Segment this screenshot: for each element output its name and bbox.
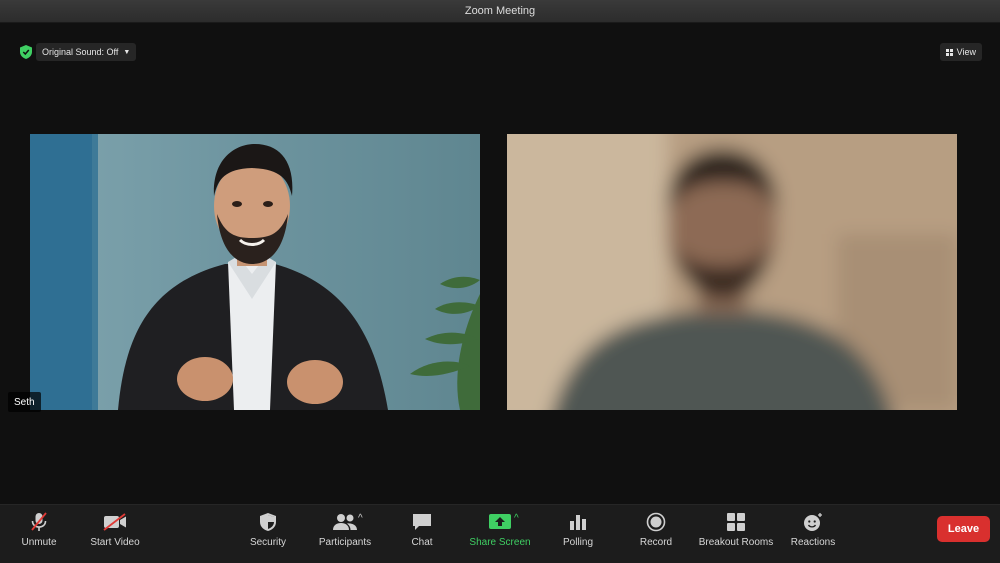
start-video-button[interactable]: Start Video	[88, 511, 142, 557]
reactions-button[interactable]: Reactions	[790, 511, 836, 557]
polling-label: Polling	[562, 537, 594, 548]
encryption-shield-icon	[20, 45, 32, 59]
unmute-label: Unmute	[21, 537, 57, 548]
security-label: Security	[249, 537, 287, 548]
microphone-muted-icon	[31, 512, 47, 531]
breakout-rooms-label: Breakout Rooms	[698, 537, 774, 548]
view-button[interactable]: View	[939, 43, 982, 61]
title-bar: Zoom Meeting	[0, 0, 1000, 23]
seth-video-feed	[30, 134, 480, 410]
participants-icon	[333, 514, 357, 530]
unmute-button[interactable]: Unmute	[18, 511, 60, 557]
participant-name-label: Seth	[8, 392, 41, 412]
breakout-rooms-icon	[727, 513, 745, 531]
original-sound-dropdown[interactable]: Original Sound: Off ▼	[36, 43, 137, 61]
share-screen-button[interactable]: Share Screen	[469, 511, 531, 557]
participant-2-video-feed	[507, 134, 957, 410]
shield-icon	[260, 513, 276, 531]
participants-button[interactable]: Participants	[318, 511, 372, 557]
share-screen-options-chevron-icon[interactable]: ^	[514, 513, 519, 524]
record-label: Record	[639, 537, 673, 548]
window-title: Zoom Meeting	[464, 5, 536, 17]
security-button[interactable]: Security	[246, 511, 290, 557]
view-label: View	[956, 47, 976, 57]
smiley-add-icon	[804, 513, 822, 531]
polling-button[interactable]: Polling	[560, 511, 596, 557]
participants-label: Participants	[318, 537, 372, 548]
chat-label: Chat	[411, 537, 433, 548]
share-screen-icon	[489, 514, 511, 529]
start-video-label: Start Video	[90, 537, 140, 548]
video-tile-seth[interactable]	[30, 134, 480, 410]
meeting-toolbar: Unmute Start Video Security Participants…	[0, 504, 1000, 563]
share-screen-label: Share Screen	[469, 537, 531, 548]
chevron-down-icon: ▼	[123, 48, 131, 56]
camera-off-icon	[103, 513, 126, 531]
breakout-rooms-button[interactable]: Breakout Rooms	[698, 511, 774, 557]
bar-chart-icon	[570, 515, 586, 530]
record-icon	[646, 512, 666, 532]
reactions-label: Reactions	[790, 537, 836, 548]
leave-button[interactable]: Leave	[937, 516, 990, 542]
chat-button[interactable]: Chat	[406, 511, 438, 557]
participants-options-chevron-icon[interactable]: ^	[358, 513, 363, 524]
record-button[interactable]: Record	[638, 511, 674, 557]
video-tile-participant-2[interactable]	[507, 134, 957, 410]
grid-view-icon	[945, 48, 953, 56]
chat-bubble-icon	[413, 514, 431, 530]
original-sound-label: Original Sound: Off	[42, 47, 119, 57]
